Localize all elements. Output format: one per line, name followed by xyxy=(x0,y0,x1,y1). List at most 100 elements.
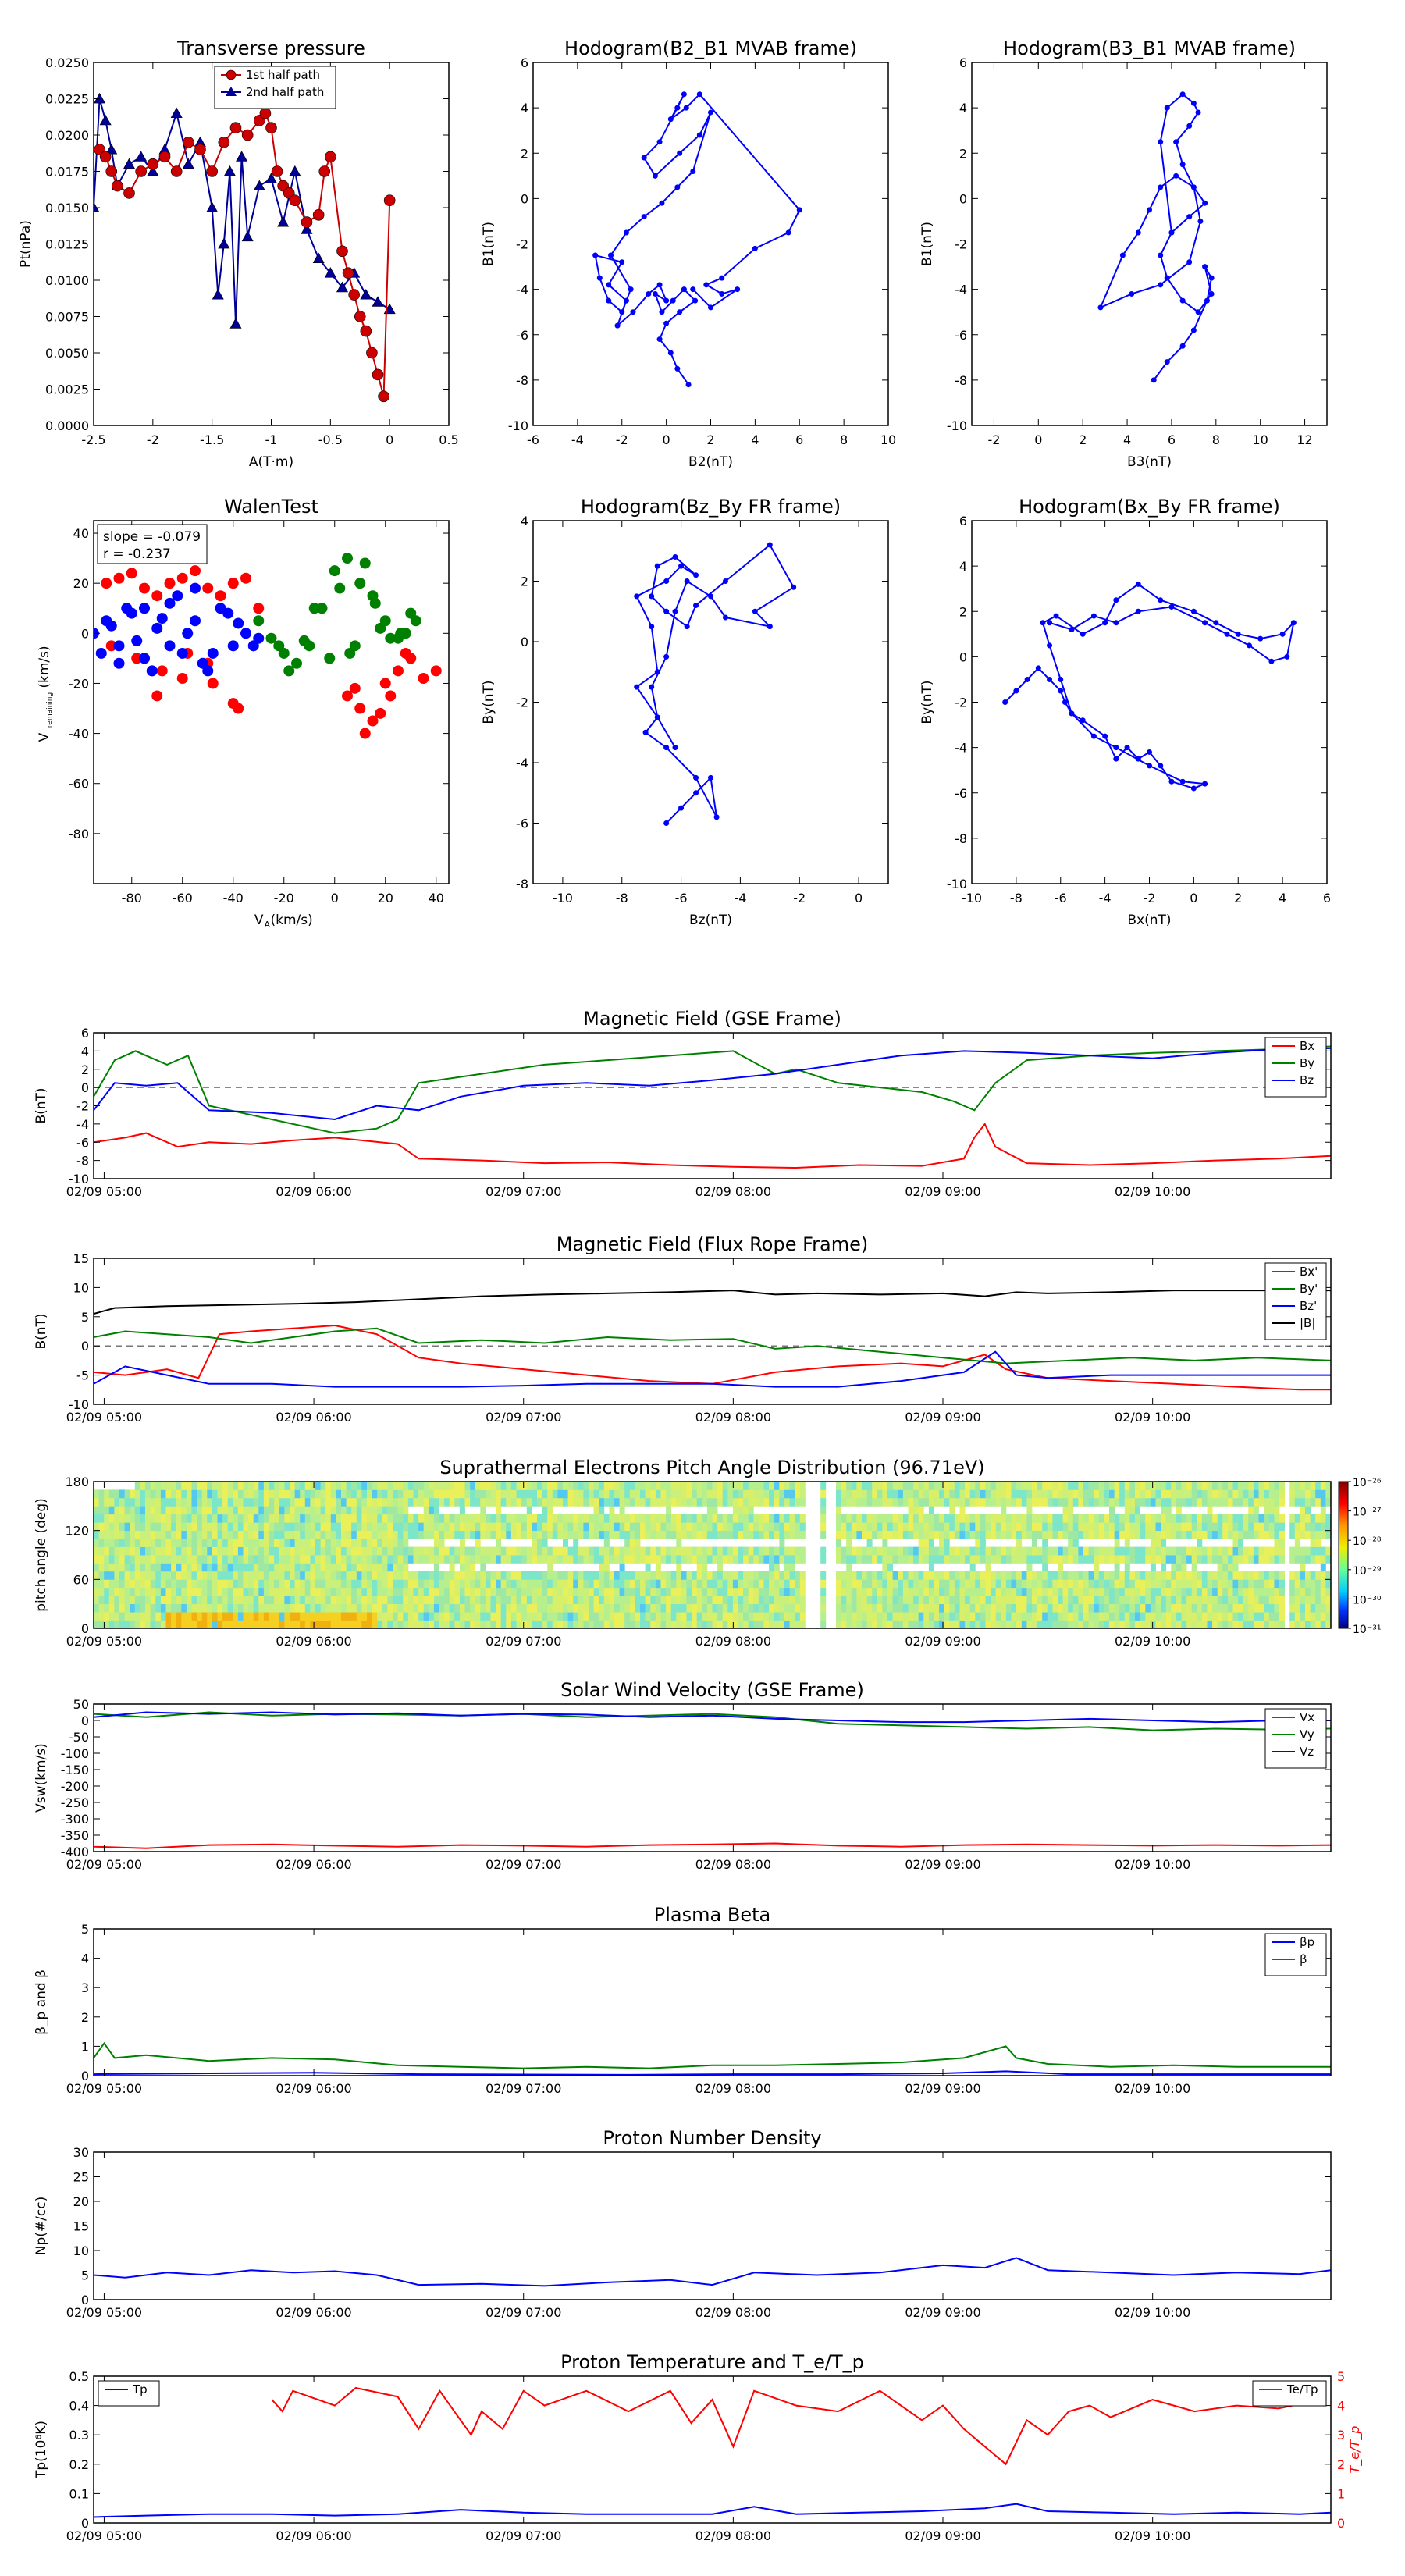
heatmap-cell xyxy=(1094,1571,1100,1580)
heatmap-cell xyxy=(1021,1620,1027,1628)
heatmap-cell xyxy=(263,1563,269,1572)
plot-frame xyxy=(93,1928,1332,2076)
heatmap-cell xyxy=(856,1587,863,1596)
heatmap-cell xyxy=(872,1596,878,1605)
heatmap-cell xyxy=(557,1522,564,1532)
heatmap-cell xyxy=(454,1587,461,1596)
heatmap-cell xyxy=(124,1603,130,1613)
heatmap-cell xyxy=(1155,1530,1161,1539)
heatmap-cell xyxy=(459,1497,465,1507)
chart-panel-vsw: Solar Wind Velocity (GSE Frame)-400-350-… xyxy=(34,1679,1332,1872)
heatmap-cell xyxy=(774,1530,780,1539)
heatmap-cell xyxy=(1155,1497,1161,1507)
heatmap-cell xyxy=(444,1571,450,1580)
heatmap-cell xyxy=(640,1596,646,1605)
heatmap-cell xyxy=(290,1563,295,1572)
heatmap-cell xyxy=(573,1579,579,1589)
heatmap-cell xyxy=(526,1587,532,1596)
heatmap-cell xyxy=(769,1489,775,1499)
heatmap-cell xyxy=(114,1620,120,1628)
heatmap-cell xyxy=(1037,1530,1043,1539)
heatmap-cell xyxy=(743,1579,749,1589)
heatmap-cell xyxy=(284,1596,290,1605)
heatmap-cell xyxy=(181,1497,187,1507)
heatmap-cell xyxy=(444,1514,450,1523)
heatmap-cell xyxy=(279,1489,285,1499)
heatmap-cell xyxy=(155,1497,162,1507)
heatmap-cell xyxy=(1232,1587,1239,1596)
heatmap-cell xyxy=(274,1514,280,1523)
heatmap-cell xyxy=(856,1514,863,1523)
heatmap-cell xyxy=(1300,1489,1306,1499)
heatmap-cell xyxy=(969,1563,976,1572)
heatmap-cell xyxy=(506,1489,512,1499)
heatmap-cell xyxy=(382,1539,388,1547)
heatmap-cell xyxy=(573,1539,579,1547)
heatmap-cell xyxy=(1264,1497,1270,1507)
heatmap-cell xyxy=(969,1555,976,1564)
heatmap-cell xyxy=(243,1563,249,1572)
heatmap-cell xyxy=(315,1587,321,1596)
heatmap-cell xyxy=(1238,1579,1244,1589)
heatmap-cell xyxy=(624,1522,631,1532)
heatmap-cell xyxy=(160,1555,166,1564)
heatmap-cell xyxy=(500,1612,507,1621)
heatmap-cell xyxy=(1274,1620,1280,1628)
heatmap-cell xyxy=(1315,1555,1321,1564)
heatmap-cell xyxy=(696,1482,702,1490)
heatmap-cell xyxy=(212,1539,218,1547)
heatmap-cell xyxy=(1155,1612,1161,1621)
heatmap-cell xyxy=(160,1587,166,1596)
heatmap-cell xyxy=(108,1530,115,1539)
heatmap-cell xyxy=(330,1571,336,1580)
heatmap-cell xyxy=(134,1555,140,1564)
heatmap-cell xyxy=(1248,1612,1254,1621)
data-point xyxy=(1119,252,1126,258)
heatmap-cell xyxy=(186,1603,192,1613)
heatmap-cell xyxy=(464,1482,471,1490)
data-point xyxy=(663,820,670,826)
heatmap-cell xyxy=(1047,1571,1053,1580)
heatmap-cell xyxy=(500,1497,507,1507)
heatmap-cell xyxy=(1119,1579,1126,1589)
heatmap-cell xyxy=(939,1522,945,1532)
x-tick-label: 02/09 10:00 xyxy=(1115,2528,1190,2543)
heatmap-cell xyxy=(583,1514,589,1523)
heatmap-cell xyxy=(877,1489,883,1499)
heatmap-cell xyxy=(892,1596,898,1605)
heatmap-cell xyxy=(496,1612,502,1621)
heatmap-cell xyxy=(1062,1555,1069,1564)
heatmap-cell xyxy=(330,1612,336,1621)
heatmap-cell xyxy=(965,1546,971,1556)
heatmap-cell xyxy=(490,1497,496,1507)
data-point xyxy=(1179,162,1186,168)
heatmap-cell xyxy=(660,1530,667,1539)
heatmap-cell xyxy=(1011,1571,1017,1580)
heatmap-cell xyxy=(181,1546,187,1556)
heatmap-cell xyxy=(969,1530,976,1539)
heatmap-cell xyxy=(795,1612,801,1621)
heatmap-cell xyxy=(769,1587,775,1596)
heatmap-cell xyxy=(1068,1482,1074,1490)
heatmap-cell xyxy=(1243,1522,1249,1532)
heatmap-cell xyxy=(325,1530,332,1539)
heatmap-cell xyxy=(1001,1514,1007,1523)
heatmap-cell xyxy=(284,1482,290,1490)
heatmap-cell xyxy=(991,1489,997,1499)
data-point xyxy=(289,165,301,176)
heatmap-cell xyxy=(176,1596,182,1605)
heatmap-cell xyxy=(593,1522,599,1532)
heatmap-cell xyxy=(336,1555,342,1564)
heatmap-cell xyxy=(944,1530,950,1539)
heatmap-cell xyxy=(1197,1497,1203,1507)
heatmap-cell xyxy=(186,1555,192,1564)
heatmap-cell xyxy=(980,1539,986,1547)
heatmap-cell xyxy=(692,1620,698,1628)
heatmap-cell xyxy=(372,1539,378,1547)
heatmap-cell xyxy=(954,1546,960,1556)
heatmap-cell xyxy=(449,1563,455,1572)
heatmap-cell xyxy=(397,1546,404,1556)
heatmap-cell xyxy=(1279,1603,1285,1613)
heatmap-cell xyxy=(944,1587,950,1596)
heatmap-cell xyxy=(738,1530,744,1539)
